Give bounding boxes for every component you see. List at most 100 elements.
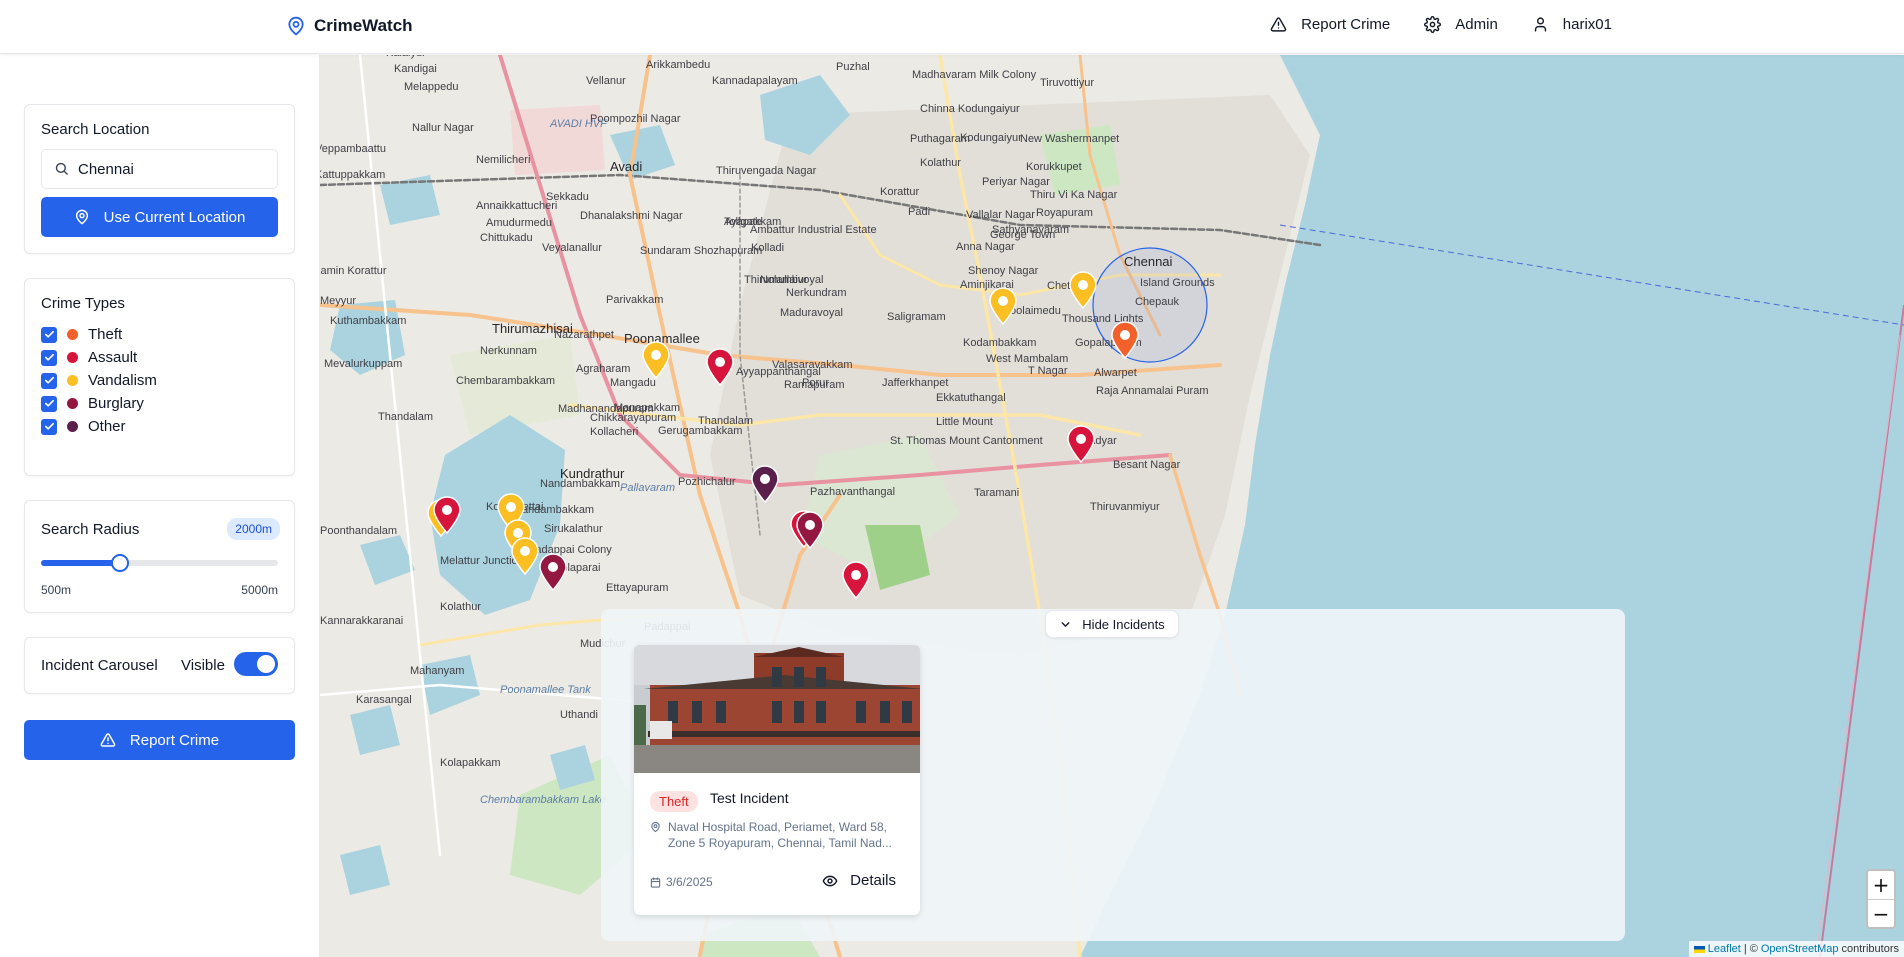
map-label: George Town (990, 229, 1056, 241)
radius-min-label: 500m (41, 583, 72, 597)
map-label: Little Mount (936, 416, 993, 428)
crime-type-tag: Theft (650, 791, 698, 812)
map-label: Nerkunnam (480, 345, 537, 357)
map-label: Kodambakkam (963, 337, 1037, 349)
crime-type-burglary[interactable]: Burglary (41, 395, 144, 412)
checkbox[interactable] (41, 418, 57, 435)
map-label: Shenoy Nagar (968, 265, 1039, 277)
nav-report-crime[interactable]: Report Crime (1270, 16, 1390, 33)
map-label: Chennai (1124, 254, 1173, 269)
map-label: Thiru Vi Ka Nagar (1030, 189, 1118, 201)
crime-types-card: Crime Types Theft Assault Vandalism Burglar… (24, 278, 295, 476)
crime-marker-vandalism[interactable] (641, 341, 671, 379)
incident-date-text: 3/6/2025 (666, 875, 713, 889)
map-label: Periyar Nagar (982, 176, 1050, 188)
checkbox[interactable] (41, 349, 57, 366)
crime-marker-assault[interactable] (432, 496, 462, 534)
zoom-out-button[interactable]: − (1868, 899, 1894, 927)
map-label: Anna Nagar (956, 241, 1015, 253)
map-label: Ramapuram (784, 379, 845, 391)
app-title: CrimeWatch (314, 16, 413, 35)
attribution-separator: | © (1743, 943, 1758, 955)
map-label: Madhavaram Milk Colony (912, 69, 1037, 81)
crime-marker-theft[interactable] (1110, 321, 1140, 359)
crime-marker-assault[interactable] (705, 348, 735, 386)
map-label: Padi (908, 206, 931, 218)
incident-date: 3/6/2025 (650, 875, 713, 889)
crime-type-assault[interactable]: Assault (41, 349, 137, 366)
report-crime-button[interactable]: Report Crime (24, 720, 295, 760)
map-label: Maduravoyal (780, 307, 843, 319)
hide-incidents-button[interactable]: Hide Incidents (1045, 610, 1179, 638)
carousel-toggle[interactable] (234, 652, 278, 676)
nav-user[interactable]: harix01 (1532, 16, 1612, 33)
incident-details-label: Details (850, 872, 896, 889)
crime-marker-assault[interactable] (841, 561, 871, 599)
radius-slider-thumb[interactable] (110, 554, 129, 572)
nav-report-crime-label: Report Crime (1301, 16, 1391, 33)
map-label: Agraharam (576, 363, 631, 375)
crime-marker-vandalism[interactable] (510, 537, 540, 575)
incident-card[interactable]: Theft Test Incident Naval Hospital Road,… (634, 645, 920, 915)
brand[interactable]: CrimeWatch (286, 15, 413, 37)
report-crime-label: Report Crime (129, 731, 220, 749)
toggle-knob (257, 655, 275, 673)
map-label: Sundaram Shozhapuram (640, 245, 763, 257)
crime-color-dot (67, 352, 78, 363)
incident-carousel-card: Incident Carousel Visible (24, 637, 295, 694)
checkbox[interactable] (41, 326, 57, 343)
map-label: Taramani (974, 487, 1020, 499)
crime-marker-burglary[interactable] (538, 553, 568, 591)
crime-type-theft[interactable]: Theft (41, 326, 122, 343)
use-current-location-button[interactable]: Use Current Location (41, 197, 278, 237)
sidebar: Search Location Use Current Location Cri… (0, 55, 320, 957)
map-label: Veyalanallur (542, 242, 602, 254)
crime-type-vandalism[interactable]: Vandalism (41, 372, 157, 389)
map-label: Nandambakkam (514, 504, 595, 516)
search-input[interactable] (78, 160, 268, 178)
map-label: Kolathur (920, 157, 961, 169)
osm-link[interactable]: OpenStreetMap (1761, 943, 1839, 955)
leaflet-link[interactable]: Leaflet (1708, 943, 1741, 955)
crime-marker-other[interactable] (750, 465, 780, 503)
radius-slider[interactable] (41, 554, 278, 572)
search-radius-title: Search Radius (41, 521, 140, 538)
map-label: AVADI HVF (550, 118, 607, 130)
calendar-icon (650, 876, 661, 888)
map-label: Nallur Nagar (412, 122, 474, 134)
top-navbar: CrimeWatch Report Crime Admin harix01 (0, 0, 1904, 54)
map-label: Mahanyam (410, 665, 465, 677)
map-label: Kodungaiyur (960, 132, 1022, 144)
crime-marker-vandalism[interactable] (1068, 271, 1098, 309)
crime-marker-assault[interactable] (1066, 425, 1096, 463)
map-label: Thandalam (378, 411, 434, 423)
nav-admin[interactable]: Admin (1424, 16, 1498, 33)
zoom-in-button[interactable]: + (1868, 871, 1894, 899)
map-label: T Nagar (1028, 365, 1068, 377)
crime-type-label: Burglary (88, 395, 144, 412)
map-label: Chikkarayapuram (590, 412, 677, 424)
checkmark-icon (44, 330, 54, 338)
checkbox[interactable] (41, 372, 57, 389)
warning-icon (100, 733, 116, 747)
map-label: Korukkupet (1026, 161, 1082, 173)
map-label: Island Grounds (1140, 277, 1215, 289)
map-label: Nemilicheri (476, 154, 531, 166)
checkbox[interactable] (41, 395, 57, 412)
crime-types-title: Crime Types (41, 295, 125, 312)
nav-user-label: harix01 (1562, 16, 1612, 33)
crime-color-dot (67, 375, 78, 386)
attribution-suffix: contributors (1841, 943, 1899, 955)
map-label: Kannadapalayam (712, 75, 798, 87)
user-icon (1534, 17, 1546, 32)
crime-marker-vandalism[interactable] (988, 287, 1018, 325)
map-label: Meyyur (320, 295, 357, 307)
radius-value-badge: 2000m (227, 518, 280, 540)
map-label: Chembarambakkam Lake (480, 794, 606, 806)
crime-marker-burglary[interactable] (795, 511, 825, 549)
crime-type-other[interactable]: Other (41, 418, 126, 435)
incident-details-button[interactable]: Details (822, 872, 896, 889)
map-pin-icon (288, 16, 304, 36)
search-icon (55, 162, 68, 175)
search-radius-card: Search Radius 2000m 500m 5000m (24, 500, 295, 613)
